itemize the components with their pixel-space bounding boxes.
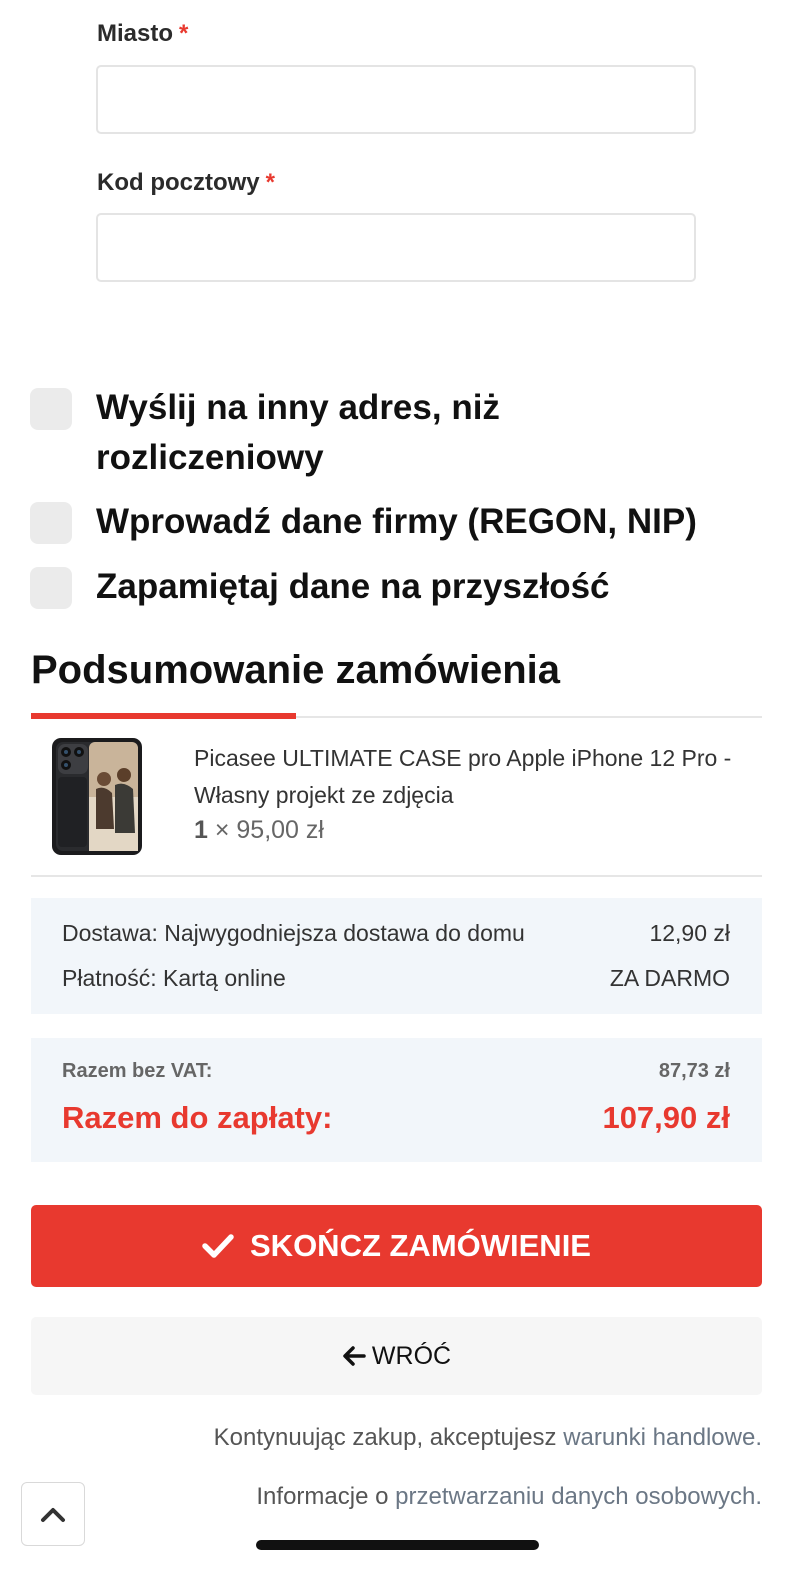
grand-total-value: 107,90 zł [602, 1100, 730, 1135]
postal-code-input[interactable] [96, 213, 696, 282]
city-input[interactable] [96, 65, 696, 134]
company-data-label[interactable]: Wprowadź dane firmy (REGON, NIP) [96, 497, 736, 547]
remember-data-checkbox[interactable] [30, 567, 72, 609]
company-data-checkbox[interactable] [30, 502, 72, 544]
product-quantity-price: 1 × 95,00 zł [194, 816, 324, 845]
net-total-row: Razem bez VAT: 87,73 zł [62, 1060, 730, 1083]
arrow-left-icon [343, 1346, 366, 1366]
required-mark: * [179, 20, 189, 47]
ship-different-address-label[interactable]: Wyślij na inny adres, niż rozliczeniowy [96, 383, 566, 483]
product-price: × 95,00 zł [214, 816, 324, 844]
required-mark: * [265, 169, 275, 196]
terms-note: Kontynuując zakup, akceptujesz warunki h… [214, 1424, 762, 1452]
costs-box: Dostawa: Najwygodniejsza dostawa do domu… [31, 898, 762, 1014]
finish-order-button[interactable]: SKOŃCZ ZAMÓWIENIE [31, 1205, 762, 1287]
net-total-value: 87,73 zł [658, 1060, 730, 1082]
payment-cost-row: Płatność: Kartą online ZA DARMO [62, 965, 730, 992]
back-button[interactable]: WRÓĆ [31, 1317, 762, 1395]
privacy-note: Informacje o przetwarzaniu danych osobow… [256, 1483, 762, 1511]
ship-different-address-checkbox[interactable] [30, 388, 72, 430]
net-total-label: Razem bez VAT: [62, 1060, 213, 1082]
terms-link[interactable]: warunki handlowe. [563, 1424, 762, 1451]
order-summary-title: Podsumowanie zamówienia [31, 648, 561, 692]
payment-value: ZA DARMO [609, 965, 730, 991]
delivery-label: Dostawa: Najwygodniejsza dostawa do domu [62, 920, 525, 946]
grand-total-row: Razem do zapłaty: 107,90 zł [62, 1100, 730, 1136]
checkmark-icon [202, 1234, 234, 1258]
finish-order-label: SKOŃCZ ZAMÓWIENIE [250, 1228, 591, 1263]
payment-label: Płatność: Kartą online [62, 965, 286, 991]
company-data-option[interactable]: Wprowadź dane firmy (REGON, NIP) [30, 502, 736, 547]
grand-total-label: Razem do zapłaty: [62, 1100, 333, 1135]
privacy-note-text: Informacje o [256, 1483, 396, 1510]
delivery-cost-row: Dostawa: Najwygodniejsza dostawa do domu… [62, 920, 730, 947]
product-thumbnail [52, 738, 142, 855]
product-name[interactable]: Picasee ULTIMATE CASE pro Apple iPhone 1… [194, 740, 764, 814]
summary-accent-bar [31, 713, 296, 719]
privacy-link[interactable]: przetwarzaniu danych osobowych. [395, 1483, 762, 1510]
chevron-up-icon [41, 1508, 65, 1522]
delivery-value: 12,90 zł [649, 920, 730, 946]
home-indicator [256, 1540, 539, 1550]
remember-data-label[interactable]: Zapamiętaj dane na przyszłość [96, 562, 736, 612]
back-label: WRÓĆ [371, 1341, 452, 1370]
remember-data-option[interactable]: Zapamiętaj dane na przyszłość [30, 567, 736, 612]
ship-different-address-option[interactable]: Wyślij na inny adres, niż rozliczeniowy [30, 388, 566, 483]
scroll-to-top-button[interactable] [21, 1482, 85, 1546]
city-label: Miasto * [97, 20, 189, 47]
totals-box: Razem bez VAT: 87,73 zł Razem do zapłaty… [31, 1038, 762, 1162]
terms-note-text: Kontynuując zakup, akceptujesz [213, 1424, 564, 1451]
product-divider [31, 875, 762, 877]
product-quantity: 1 [194, 816, 208, 844]
postal-code-label: Kod pocztowy * [97, 169, 275, 196]
